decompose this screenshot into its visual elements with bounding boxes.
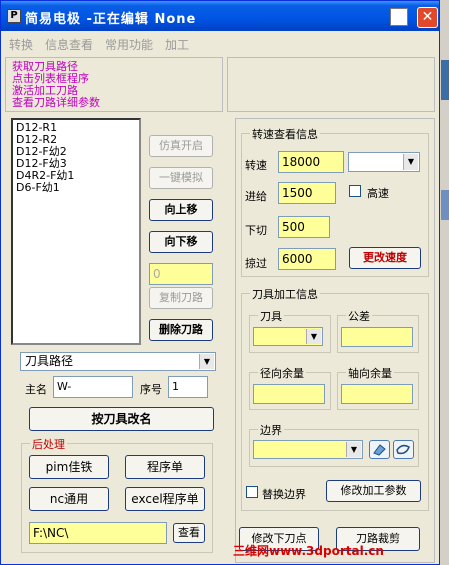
- chevron-down-icon[interactable]: ▼: [199, 354, 214, 369]
- traverse-input[interactable]: 6000: [278, 248, 336, 270]
- move-up-button[interactable]: 向上移: [149, 199, 213, 221]
- pim-button[interactable]: pim佳铁: [29, 455, 109, 479]
- toolpath-listbox[interactable]: D12-R1 D12-R2 D12-F幼2 D12-F幼3 D4R2-F幼1 D…: [11, 118, 141, 345]
- info-line: 查看刀路详细参数: [12, 96, 100, 109]
- delete-path-button[interactable]: 删除刀路: [149, 319, 213, 341]
- strip-highlight: [441, 60, 449, 100]
- move-down-button[interactable]: 向下移: [149, 231, 213, 253]
- info-panel: 获取刀具路径 点击列表框程序 激活加工刀路 查看刀路详细参数: [5, 57, 223, 112]
- toolpath-combo[interactable]: 刀具路径 ▼: [20, 352, 216, 371]
- tool-subgroup-title: 刀具: [258, 308, 284, 324]
- spindle-label: 转速: [245, 159, 267, 172]
- traverse-label: 掠过: [245, 257, 267, 270]
- title-bar[interactable]: P 简易电极 -正在编辑 None ✕: [1, 1, 439, 31]
- chevron-down-icon[interactable]: ▼: [346, 442, 361, 457]
- menu-bar: 转换 信息查看 常用功能 加工: [1, 32, 439, 54]
- modify-params-button[interactable]: 修改加工参数: [326, 480, 421, 502]
- seq-input[interactable]: 1: [168, 376, 208, 398]
- tool-combo[interactable]: ▼: [253, 327, 323, 346]
- copy-path-button[interactable]: 复制刀路: [149, 287, 213, 309]
- change-speed-button[interactable]: 更改速度: [349, 247, 421, 269]
- chevron-down-icon[interactable]: ▼: [403, 154, 418, 170]
- menu-info-view[interactable]: 信息查看: [45, 36, 93, 53]
- menu-convert[interactable]: 转换: [9, 36, 33, 53]
- spindle-input[interactable]: 18000: [278, 151, 344, 173]
- main-window: P 简易电极 -正在编辑 None ✕ 转换 信息查看 常用功能 加工 获取刀具…: [0, 0, 440, 565]
- list-item[interactable]: D6-F幼1: [16, 182, 60, 194]
- feed-input[interactable]: 1500: [278, 182, 336, 204]
- main-name-input[interactable]: W-: [53, 376, 133, 398]
- boundary-draw-icon[interactable]: [393, 440, 414, 459]
- replace-boundary-checkbox[interactable]: [246, 486, 258, 498]
- boundary-pick-icon[interactable]: [369, 440, 390, 459]
- sim-on-button[interactable]: 仿真开启: [149, 135, 213, 157]
- chevron-down-icon[interactable]: ▼: [306, 329, 321, 344]
- high-speed-label: 高速: [367, 187, 389, 200]
- nc-button[interactable]: nc通用: [29, 487, 109, 511]
- top-right-panel: [227, 57, 435, 112]
- post-group-title: 后处理: [30, 436, 67, 452]
- output-path-input[interactable]: F:\NC\: [29, 522, 167, 544]
- program-sheet-button[interactable]: 程序单: [125, 455, 205, 479]
- copy-count-input[interactable]: 0: [149, 263, 213, 285]
- speed-group-title: 转速查看信息: [250, 126, 320, 142]
- one-key-sim-button[interactable]: 一键模拟: [149, 167, 213, 189]
- combo-value: 刀具路径: [25, 354, 74, 368]
- window-title: 简易电极 -正在编辑 None: [25, 12, 197, 27]
- replace-boundary-label: 替换边界: [262, 488, 306, 501]
- menu-machining[interactable]: 加工: [165, 36, 189, 53]
- menu-common-functions[interactable]: 常用功能: [105, 36, 153, 53]
- close-icon: ✕: [421, 9, 434, 25]
- strip-highlight: [441, 190, 449, 220]
- axial-allowance-input[interactable]: [341, 384, 413, 404]
- speed-combo[interactable]: ▼: [348, 152, 420, 172]
- app-icon: P: [7, 9, 21, 23]
- boundary-combo[interactable]: ▼: [253, 440, 363, 459]
- boundary-subgroup-title: 边界: [258, 422, 284, 438]
- plunge-label: 下切: [245, 224, 267, 237]
- radial-allowance-input[interactable]: [253, 384, 325, 404]
- watermark: 三维网www.3dportal.cn: [233, 544, 384, 558]
- rename-by-tool-button[interactable]: 按刀具改名: [29, 407, 214, 431]
- excel-program-button[interactable]: excel程序单: [125, 487, 205, 511]
- feed-label: 进给: [245, 190, 267, 203]
- view-button[interactable]: 查看: [173, 523, 205, 543]
- main-name-label: 主名: [25, 383, 47, 396]
- tool-info-title: 刀具加工信息: [250, 286, 320, 302]
- tolerance-input[interactable]: [341, 327, 413, 347]
- tolerance-subgroup-title: 公差: [346, 308, 372, 324]
- plunge-input[interactable]: 500: [278, 216, 330, 238]
- background-window-strip: [440, 0, 449, 565]
- radial-subgroup-title: 径向余量: [258, 365, 306, 381]
- seq-label: 序号: [140, 383, 162, 396]
- axial-subgroup-title: 轴向余量: [346, 365, 394, 381]
- high-speed-checkbox[interactable]: [349, 185, 361, 197]
- minimize-button[interactable]: [390, 8, 408, 26]
- close-button[interactable]: ✕: [417, 7, 438, 28]
